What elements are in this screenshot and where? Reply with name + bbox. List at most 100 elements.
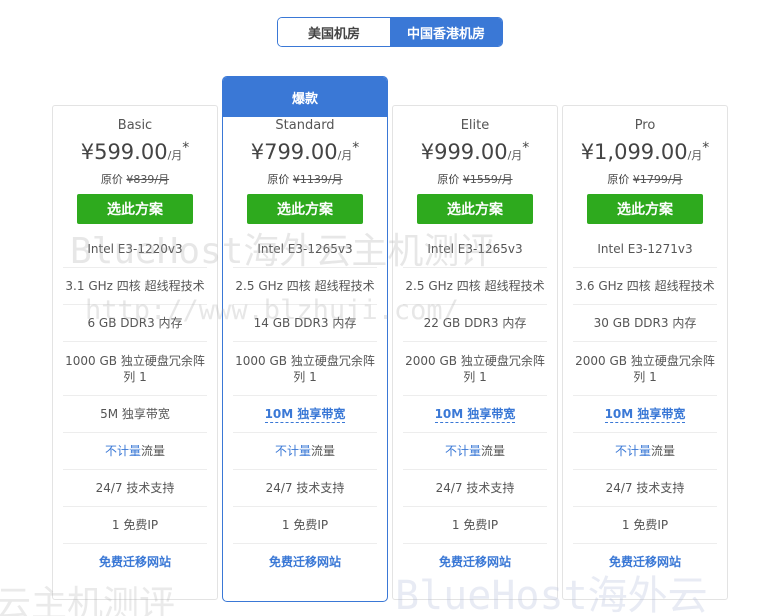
feature-migration[interactable]: 免费迁移网站 — [233, 543, 377, 580]
plan-price: ¥999.00/月* — [393, 140, 557, 168]
feature-ip: 1 免费IP — [403, 506, 547, 543]
feature-cores: 2.5 GHz 四核 超线程技术 — [233, 267, 377, 304]
plan-name: Standard — [275, 118, 335, 133]
original-price-value: ¥1799/月 — [632, 173, 683, 186]
feature-ip: 1 免费IP — [233, 506, 377, 543]
free-migration-link[interactable]: 免费迁移网站 — [609, 554, 681, 570]
feature-cores: 3.1 GHz 四核 超线程技术 — [63, 267, 207, 304]
select-plan-button[interactable]: 选此方案 — [77, 194, 193, 224]
feature-list: Intel E3-1265v3 2.5 GHz 四核 超线程技术 14 GB DDR… — [223, 230, 387, 580]
feature-migration[interactable]: 免费迁移网站 — [403, 543, 547, 580]
traffic-label: 流量 — [651, 444, 676, 458]
price-asterisk: * — [352, 140, 360, 156]
feature-ram: 30 GB DDR3 内存 — [573, 304, 717, 341]
feature-cores: 3.6 GHz 四核 超线程技术 — [573, 267, 717, 304]
datacenter-tabs: 美国机房 中国香港机房 — [277, 17, 503, 47]
feature-storage: 1000 GB 独立硬盘冗余阵列 1 — [233, 341, 377, 395]
plan-card-elite: Elite ¥999.00/月* 原价 ¥1559/月选此方案 Intel E3-12… — [392, 105, 558, 600]
feature-list: Intel E3-1265v3 2.5 GHz 四核 超线程技术 22 GB DDR… — [393, 230, 557, 580]
original-price-value: ¥839/月 — [126, 173, 170, 186]
price-asterisk: * — [522, 140, 530, 156]
select-plan-button[interactable]: 选此方案 — [417, 194, 533, 224]
traffic-label: 流量 — [481, 444, 506, 458]
plan-card-standard: 爆款 Standard ¥799.00/月* 原价 ¥1139/月选此方案 Intel … — [222, 76, 388, 602]
traffic-label: 流量 — [141, 444, 166, 458]
price-period: /月 — [167, 149, 183, 162]
feature-ip: 1 免费IP — [63, 506, 207, 543]
plan-name: Basic — [117, 118, 153, 133]
feature-ram: 14 GB DDR3 内存 — [233, 304, 377, 341]
price-asterisk: * — [182, 140, 190, 156]
price-amount: ¥1,099.00 — [580, 140, 688, 164]
feature-traffic: 不计量 流量 — [403, 432, 547, 469]
traffic-unmetered: 不计量 — [614, 444, 651, 458]
feature-storage: 2000 GB 独立硬盘冗余阵列 1 — [403, 341, 547, 395]
feature-cpu: Intel E3-1220v3 — [87, 241, 183, 256]
feature-migration[interactable]: 免费迁移网站 — [63, 543, 207, 580]
plan-name: Elite — [460, 118, 490, 133]
tab-us-datacenter[interactable]: 美国机房 — [278, 18, 390, 46]
tab-hongkong-datacenter[interactable]: 中国香港机房 — [390, 18, 502, 46]
select-plan-button[interactable]: 选此方案 — [587, 194, 703, 224]
bandwidth-text: 5M 独享带宽 — [100, 407, 170, 421]
plan-card-basic: Basic ¥599.00/月* 原价 ¥839/月选此方案 Intel E3-122… — [52, 105, 218, 600]
free-migration-link[interactable]: 免费迁移网站 — [269, 554, 341, 570]
feature-list: Intel E3-1220v3 3.1 GHz 四核 超线程技术 6 GB DDR3… — [53, 230, 217, 580]
plan-price: ¥599.00/月* — [53, 140, 217, 168]
feature-ram: 6 GB DDR3 内存 — [63, 304, 207, 341]
feature-support: 24/7 技术支持 — [403, 469, 547, 506]
hot-badge: 爆款 — [223, 77, 387, 117]
original-price: 原价 ¥839/月 — [53, 171, 217, 187]
select-plan-button[interactable]: 选此方案 — [247, 194, 363, 224]
traffic-unmetered: 不计量 — [444, 444, 481, 458]
feature-bandwidth[interactable]: 10M 独享带宽 — [233, 395, 377, 432]
traffic-unmetered: 不计量 — [104, 444, 141, 458]
original-price: 原价 ¥1799/月 — [563, 171, 727, 187]
free-migration-link[interactable]: 免费迁移网站 — [99, 554, 171, 570]
plan-name: Pro — [634, 118, 656, 133]
feature-bandwidth: 5M 独享带宽 — [63, 395, 207, 432]
original-price-value: ¥1139/月 — [292, 173, 343, 186]
feature-cpu: Intel E3-1271v3 — [597, 241, 693, 256]
feature-support: 24/7 技术支持 — [573, 469, 717, 506]
bandwidth-text[interactable]: 10M 独享带宽 — [604, 406, 686, 423]
feature-bandwidth[interactable]: 10M 独享带宽 — [403, 395, 547, 432]
feature-ip: 1 免费IP — [573, 506, 717, 543]
price-amount: ¥999.00 — [420, 140, 508, 164]
feature-storage: 1000 GB 独立硬盘冗余阵列 1 — [63, 341, 207, 395]
feature-cores: 2.5 GHz 四核 超线程技术 — [403, 267, 547, 304]
bandwidth-text[interactable]: 10M 独享带宽 — [264, 406, 346, 423]
feature-traffic: 不计量 流量 — [63, 432, 207, 469]
feature-list: Intel E3-1271v3 3.6 GHz 四核 超线程技术 30 GB DDR… — [563, 230, 727, 580]
feature-migration[interactable]: 免费迁移网站 — [573, 543, 717, 580]
price-period: /月 — [687, 149, 703, 162]
price-amount: ¥799.00 — [250, 140, 338, 164]
feature-ram: 22 GB DDR3 内存 — [403, 304, 547, 341]
free-migration-link[interactable]: 免费迁移网站 — [439, 554, 511, 570]
feature-support: 24/7 技术支持 — [63, 469, 207, 506]
original-price-label: 原价 — [437, 173, 460, 186]
feature-traffic: 不计量 流量 — [233, 432, 377, 469]
original-price: 原价 ¥1559/月 — [393, 171, 557, 187]
feature-traffic: 不计量 流量 — [573, 432, 717, 469]
traffic-unmetered: 不计量 — [274, 444, 311, 458]
feature-support: 24/7 技术支持 — [233, 469, 377, 506]
feature-cpu: Intel E3-1265v3 — [427, 241, 523, 256]
feature-bandwidth[interactable]: 10M 独享带宽 — [573, 395, 717, 432]
traffic-label: 流量 — [311, 444, 336, 458]
plan-price: ¥799.00/月* — [223, 140, 387, 168]
original-price: 原价 ¥1139/月 — [223, 171, 387, 187]
feature-cpu: Intel E3-1265v3 — [257, 241, 353, 256]
price-asterisk: * — [702, 140, 710, 156]
original-price-label: 原价 — [100, 173, 123, 186]
price-period: /月 — [507, 149, 523, 162]
original-price-label: 原价 — [267, 173, 290, 186]
price-amount: ¥599.00 — [80, 140, 168, 164]
bandwidth-text[interactable]: 10M 独享带宽 — [434, 406, 516, 423]
price-period: /月 — [337, 149, 353, 162]
original-price-value: ¥1559/月 — [462, 173, 513, 186]
original-price-label: 原价 — [607, 173, 630, 186]
plan-price: ¥1,099.00/月* — [563, 140, 727, 168]
feature-storage: 2000 GB 独立硬盘冗余阵列 1 — [573, 341, 717, 395]
plan-card-pro: Pro ¥1,099.00/月* 原价 ¥1799/月选此方案 Intel E3-12… — [562, 105, 728, 600]
